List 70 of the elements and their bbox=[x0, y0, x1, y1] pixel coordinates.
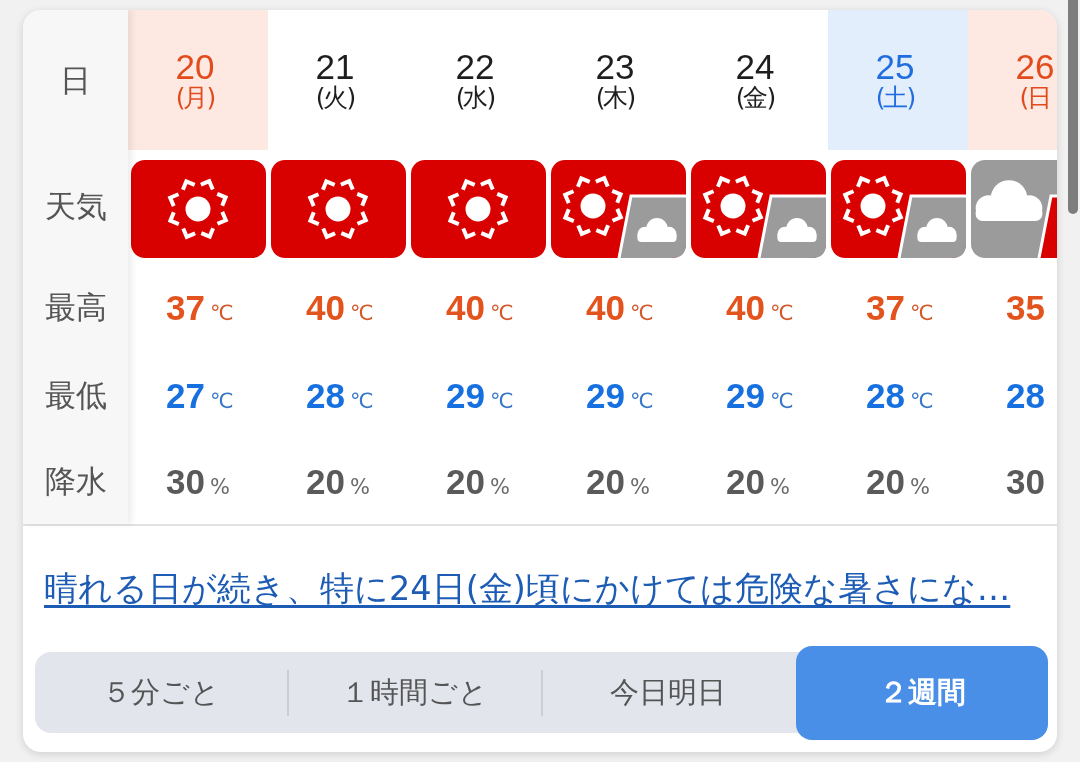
row-label: 最高 bbox=[44, 291, 107, 323]
date-number: 25 bbox=[875, 48, 915, 84]
view-tab[interactable]: １時間ごと bbox=[288, 652, 541, 733]
percent-unit: % bbox=[769, 476, 790, 498]
precipitation-chance: 20 bbox=[306, 463, 345, 499]
weekday-label: (土) bbox=[875, 83, 915, 112]
temperature-unit: ℃ bbox=[349, 390, 374, 412]
sun-icon bbox=[131, 160, 266, 258]
weekday-label: (金) bbox=[735, 83, 775, 112]
date-number: 24 bbox=[735, 48, 775, 84]
temperature-unit: ℃ bbox=[349, 302, 374, 324]
weekday-label: (日 bbox=[1019, 83, 1051, 112]
high-temperature: 35 bbox=[1006, 289, 1045, 325]
temperature-unit: ℃ bbox=[489, 302, 514, 324]
row-label: 最低 bbox=[44, 379, 107, 411]
temperature-unit: ℃ bbox=[209, 302, 234, 324]
sun-icon bbox=[271, 160, 406, 258]
low-temperature: 29 bbox=[726, 377, 765, 413]
weekday-label: (水) bbox=[455, 83, 495, 112]
view-tab[interactable]: ５分ごと bbox=[35, 652, 287, 733]
temperature-unit: ℃ bbox=[489, 390, 514, 412]
view-tab[interactable]: 今日明日 bbox=[542, 652, 795, 733]
row-label: 天気 bbox=[44, 190, 107, 222]
weekday-label: (月) bbox=[175, 83, 215, 112]
low-temperature: 28 bbox=[866, 377, 905, 413]
percent-unit: % bbox=[629, 476, 650, 498]
low-temperature: 28 bbox=[1006, 377, 1045, 413]
date-number: 22 bbox=[455, 48, 495, 84]
date-number: 20 bbox=[175, 48, 215, 84]
summary-link[interactable]: 晴れる日が続き、特に24日(金)頃にかけては危険な暑さにな… bbox=[44, 563, 1011, 615]
temperature-unit: ℃ bbox=[769, 390, 794, 412]
view-tab[interactable]: ２週間 bbox=[796, 645, 1048, 740]
temperature-unit: ℃ bbox=[769, 302, 794, 324]
sun-and-cloud-icon bbox=[831, 160, 966, 258]
high-temperature: 37 bbox=[166, 289, 205, 325]
high-temperature: 40 bbox=[586, 289, 625, 325]
temperature-unit: ℃ bbox=[629, 390, 654, 412]
percent-unit: % bbox=[489, 476, 510, 498]
row-label: 降水 bbox=[44, 465, 107, 497]
weekday-label: (木) bbox=[595, 83, 635, 112]
precipitation-chance: 20 bbox=[446, 463, 485, 499]
date-number: 21 bbox=[315, 48, 355, 84]
percent-unit: % bbox=[209, 476, 230, 498]
temperature-unit: ℃ bbox=[909, 302, 934, 324]
low-temperature: 27 bbox=[166, 377, 205, 413]
percent-unit: % bbox=[349, 476, 370, 498]
scrollbar[interactable] bbox=[1068, 0, 1078, 214]
high-temperature: 40 bbox=[726, 289, 765, 325]
date-number: 26 bbox=[1015, 48, 1055, 84]
row-label: 日 bbox=[60, 64, 91, 96]
sun-and-cloud-icon bbox=[691, 160, 826, 258]
precipitation-chance: 20 bbox=[586, 463, 625, 499]
temperature-unit: ℃ bbox=[909, 390, 934, 412]
date-number: 23 bbox=[595, 48, 635, 84]
sun-and-cloud-icon bbox=[551, 160, 686, 258]
precipitation-chance: 20 bbox=[726, 463, 765, 499]
low-temperature: 28 bbox=[306, 377, 345, 413]
high-temperature: 37 bbox=[866, 289, 905, 325]
precipitation-chance: 30 bbox=[1006, 463, 1045, 499]
high-temperature: 40 bbox=[306, 289, 345, 325]
temperature-unit: ℃ bbox=[629, 302, 654, 324]
precipitation-chance: 30 bbox=[166, 463, 205, 499]
low-temperature: 29 bbox=[586, 377, 625, 413]
temperature-unit: ℃ bbox=[209, 390, 234, 412]
sun-icon bbox=[411, 160, 546, 258]
percent-unit: % bbox=[909, 476, 930, 498]
weekday-label: (火) bbox=[315, 83, 355, 112]
high-temperature: 40 bbox=[446, 289, 485, 325]
precipitation-chance: 20 bbox=[866, 463, 905, 499]
low-temperature: 29 bbox=[446, 377, 485, 413]
